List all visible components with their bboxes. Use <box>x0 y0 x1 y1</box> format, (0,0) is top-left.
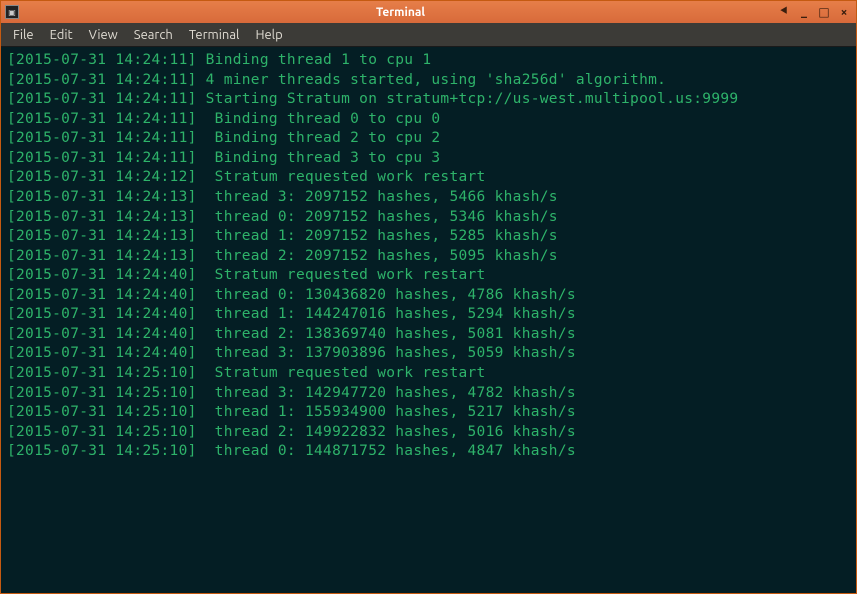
log-timestamp: [2015-07-31 14:25:10] <box>7 365 197 381</box>
log-message: Stratum requested work restart <box>206 169 486 185</box>
terminal-line: [2015-07-31 14:24:11] Starting Stratum o… <box>7 90 850 110</box>
log-timestamp: [2015-07-31 14:24:11] <box>7 130 197 146</box>
log-timestamp: [2015-07-31 14:24:40] <box>7 267 197 283</box>
log-timestamp: [2015-07-31 14:24:11] <box>7 52 197 68</box>
log-message: thread 0: 2097152 hashes, 5346 khash/s <box>206 209 558 225</box>
window-controls: ⯇ _ □ × <box>776 4 852 20</box>
log-timestamp: [2015-07-31 14:24:11] <box>7 72 197 88</box>
terminal-line: [2015-07-31 14:24:13] thread 1: 2097152 … <box>7 227 850 247</box>
menubar: File Edit View Search Terminal Help <box>1 23 856 47</box>
log-message: Stratum requested work restart <box>206 267 486 283</box>
log-timestamp: [2015-07-31 14:24:11] <box>7 91 197 107</box>
log-message: thread 3: 137903896 hashes, 5059 khash/s <box>206 345 576 361</box>
log-message: thread 0: 144871752 hashes, 4847 khash/s <box>206 443 576 459</box>
log-message: Binding thread 1 to cpu 1 <box>206 52 432 68</box>
minimize-button[interactable]: _ <box>796 4 812 20</box>
menu-search[interactable]: Search <box>126 25 181 45</box>
log-message: Starting Stratum on stratum+tcp://us-wes… <box>206 91 739 107</box>
log-message: Binding thread 3 to cpu 3 <box>206 150 441 166</box>
log-message: Binding thread 0 to cpu 0 <box>206 111 441 127</box>
terminal-app-icon: ▣ <box>5 5 19 19</box>
terminal-line: [2015-07-31 14:24:11] Binding thread 1 t… <box>7 51 850 71</box>
log-timestamp: [2015-07-31 14:25:10] <box>7 385 197 401</box>
log-timestamp: [2015-07-31 14:24:11] <box>7 150 197 166</box>
terminal-window: ▣ Terminal ⯇ _ □ × File Edit View Search… <box>0 0 857 594</box>
log-message: thread 1: 2097152 hashes, 5285 khash/s <box>206 228 558 244</box>
log-timestamp: [2015-07-31 14:24:40] <box>7 326 197 342</box>
terminal-icon-glyph: ▣ <box>8 8 16 17</box>
log-timestamp: [2015-07-31 14:25:10] <box>7 424 197 440</box>
terminal-line: [2015-07-31 14:24:40] thread 2: 13836974… <box>7 325 850 345</box>
terminal-line: [2015-07-31 14:25:10] thread 1: 15593490… <box>7 403 850 423</box>
log-message: thread 1: 144247016 hashes, 5294 khash/s <box>206 306 576 322</box>
maximize-button[interactable]: □ <box>816 4 832 20</box>
log-timestamp: [2015-07-31 14:24:12] <box>7 169 197 185</box>
log-message: thread 1: 155934900 hashes, 5217 khash/s <box>206 404 576 420</box>
menu-view[interactable]: View <box>81 25 126 45</box>
terminal-line: [2015-07-31 14:24:40] thread 0: 13043682… <box>7 286 850 306</box>
terminal-line: [2015-07-31 14:24:13] thread 0: 2097152 … <box>7 208 850 228</box>
terminal-line: [2015-07-31 14:25:10] thread 3: 14294772… <box>7 384 850 404</box>
terminal-line: [2015-07-31 14:24:11] Binding thread 0 t… <box>7 110 850 130</box>
terminal-line: [2015-07-31 14:24:11] Binding thread 3 t… <box>7 149 850 169</box>
terminal-line: [2015-07-31 14:24:11] 4 miner threads st… <box>7 71 850 91</box>
menu-edit[interactable]: Edit <box>42 25 81 45</box>
log-message: thread 3: 142947720 hashes, 4782 khash/s <box>206 385 576 401</box>
log-message: thread 0: 130436820 hashes, 4786 khash/s <box>206 287 576 303</box>
terminal-line: [2015-07-31 14:24:13] thread 2: 2097152 … <box>7 247 850 267</box>
log-timestamp: [2015-07-31 14:24:40] <box>7 306 197 322</box>
menu-terminal[interactable]: Terminal <box>181 25 248 45</box>
terminal-line: [2015-07-31 14:24:40] Stratum requested … <box>7 266 850 286</box>
log-message: thread 2: 138369740 hashes, 5081 khash/s <box>206 326 576 342</box>
log-message: Stratum requested work restart <box>206 365 486 381</box>
log-message: thread 2: 2097152 hashes, 5095 khash/s <box>206 248 558 264</box>
log-timestamp: [2015-07-31 14:24:13] <box>7 189 197 205</box>
stick-button[interactable]: ⯇ <box>776 4 792 20</box>
log-timestamp: [2015-07-31 14:24:13] <box>7 209 197 225</box>
menu-help[interactable]: Help <box>247 25 290 45</box>
titlebar[interactable]: ▣ Terminal ⯇ _ □ × <box>1 1 856 23</box>
window-title: Terminal <box>25 6 776 19</box>
log-timestamp: [2015-07-31 14:24:40] <box>7 345 197 361</box>
terminal-line: [2015-07-31 14:24:40] thread 1: 14424701… <box>7 305 850 325</box>
log-message: Binding thread 2 to cpu 2 <box>206 130 441 146</box>
log-timestamp: [2015-07-31 14:24:40] <box>7 287 197 303</box>
log-message: 4 miner threads started, using 'sha256d'… <box>206 72 667 88</box>
terminal-line: [2015-07-31 14:24:40] thread 3: 13790389… <box>7 344 850 364</box>
log-message: thread 2: 149922832 hashes, 5016 khash/s <box>206 424 576 440</box>
terminal-line: [2015-07-31 14:24:12] Stratum requested … <box>7 168 850 188</box>
terminal-line: [2015-07-31 14:25:10] Stratum requested … <box>7 364 850 384</box>
log-timestamp: [2015-07-31 14:25:10] <box>7 443 197 459</box>
terminal-output[interactable]: [2015-07-31 14:24:11] Binding thread 1 t… <box>1 47 856 593</box>
terminal-line: [2015-07-31 14:24:13] thread 3: 2097152 … <box>7 188 850 208</box>
menu-file[interactable]: File <box>5 25 42 45</box>
terminal-line: [2015-07-31 14:25:10] thread 0: 14487175… <box>7 442 850 462</box>
close-button[interactable]: × <box>836 4 852 20</box>
log-timestamp: [2015-07-31 14:24:13] <box>7 248 197 264</box>
log-message: thread 3: 2097152 hashes, 5466 khash/s <box>206 189 558 205</box>
terminal-line: [2015-07-31 14:25:10] thread 2: 14992283… <box>7 423 850 443</box>
log-timestamp: [2015-07-31 14:25:10] <box>7 404 197 420</box>
terminal-line: [2015-07-31 14:24:11] Binding thread 2 t… <box>7 129 850 149</box>
log-timestamp: [2015-07-31 14:24:13] <box>7 228 197 244</box>
log-timestamp: [2015-07-31 14:24:11] <box>7 111 197 127</box>
